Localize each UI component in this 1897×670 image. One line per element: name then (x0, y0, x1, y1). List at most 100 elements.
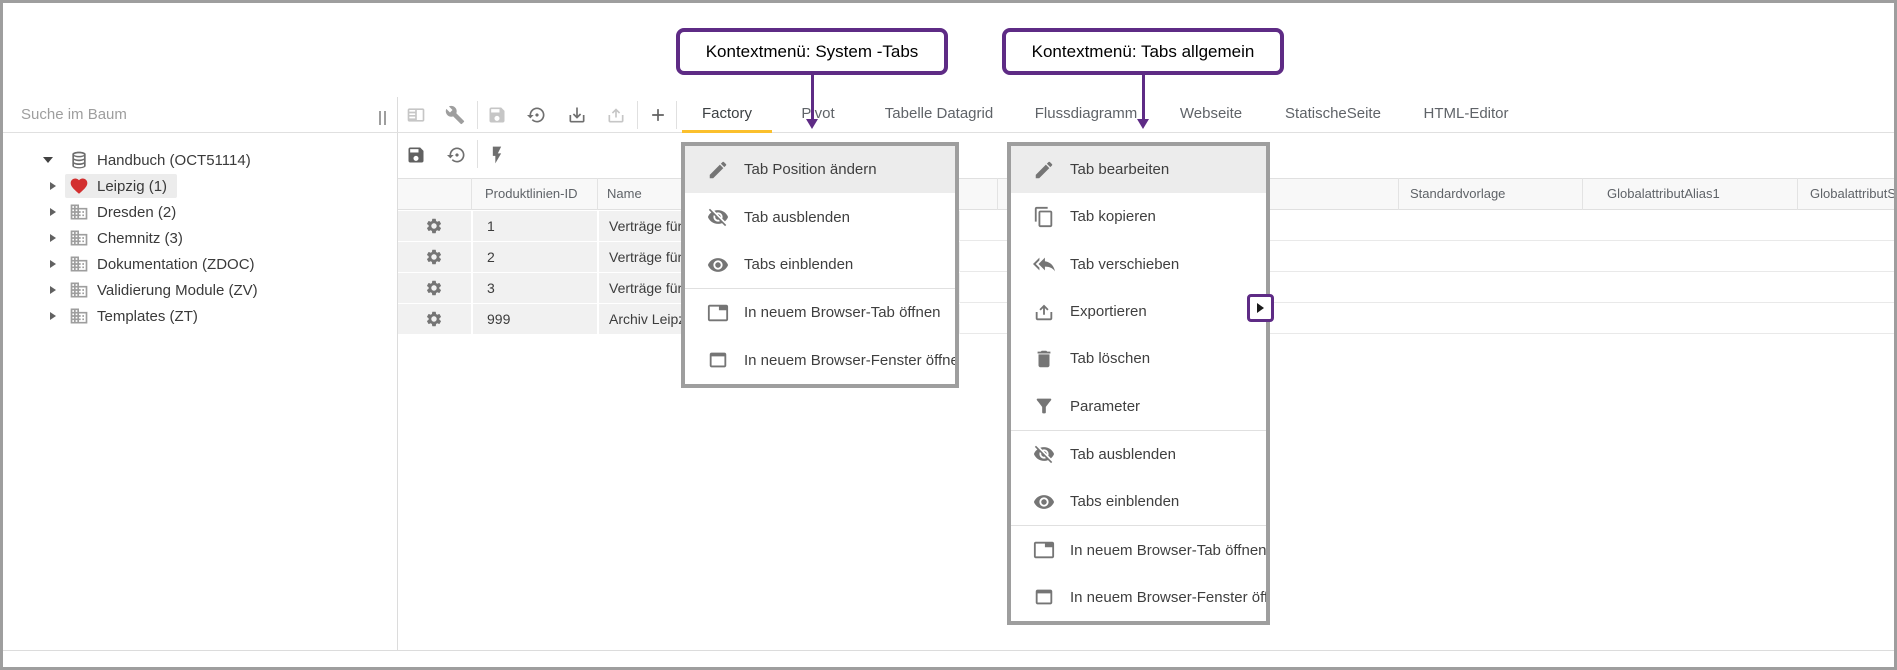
gear-icon[interactable] (425, 248, 443, 266)
expand-arrow-icon[interactable] (50, 208, 60, 216)
gear-icon[interactable] (425, 217, 443, 235)
tree-item-label: Dokumentation (ZDOC) (97, 256, 255, 273)
toolbar-separator (477, 101, 478, 129)
tree-item-leipzig[interactable]: Leipzig (1) (3, 173, 393, 199)
filter-icon (1033, 395, 1055, 417)
settings-wrench-button[interactable] (440, 97, 470, 133)
menu-item-label: Tab Position ändern (744, 161, 877, 178)
menu-item-label: In neuem Browser-Tab öffnen (1070, 542, 1266, 559)
upload-button[interactable] (601, 97, 631, 133)
menu-item-label: Tab verschieben (1070, 256, 1179, 273)
tree-item-chemnitz[interactable]: Chemnitz (3) (3, 225, 393, 251)
add-tab-button[interactable] (643, 97, 673, 133)
tree-item-label: Handbuch (OCT51114) (97, 152, 251, 169)
tree-item-dokumentation[interactable]: Dokumentation (ZDOC) (3, 251, 393, 277)
tree-item-label: Leipzig (1) (97, 178, 167, 195)
grid-header-globalattributalias1[interactable]: GlobalattributAlias1 (1607, 178, 1720, 210)
tab-webseite[interactable]: Webseite (1160, 97, 1262, 133)
submenu-arrow-button[interactable] (1247, 294, 1274, 322)
sidebar-panel-button[interactable] (401, 97, 431, 133)
menu-item-browser-tab-oeffnen[interactable]: In neuem Browser-Tab öffnen (1011, 525, 1266, 573)
expand-arrow-icon[interactable] (50, 234, 60, 242)
export-icon (1033, 301, 1055, 323)
menu-item-tabs-einblenden[interactable]: Tabs einblenden (685, 241, 955, 288)
flash-button[interactable] (482, 136, 512, 174)
gear-icon[interactable] (425, 279, 443, 297)
callout-arrow-line (811, 75, 814, 120)
menu-item-tabs-einblenden[interactable]: Tabs einblenden (1011, 478, 1266, 525)
collapse-arrow-icon[interactable] (43, 157, 53, 163)
context-menu-system-tabs: Tab Position ändern Tab ausblenden Tabs … (681, 142, 959, 388)
content-bottom-divider (3, 650, 1894, 651)
tree-item-validierung-module[interactable]: Validierung Module (ZV) (3, 277, 393, 303)
panel-resize-handle[interactable] (379, 111, 386, 125)
grid-header-globalattributso[interactable]: GlobalattributSo (1810, 178, 1897, 210)
building-icon (69, 306, 89, 326)
grid-header-produktlinien-id[interactable]: Produktlinien-ID (485, 178, 578, 210)
expand-arrow-icon[interactable] (50, 286, 60, 294)
menu-item-label: Tab ausblenden (744, 209, 850, 226)
menu-item-tab-position-aendern[interactable]: Tab Position ändern (685, 146, 955, 193)
menu-item-tab-ausblenden[interactable]: Tab ausblenden (1011, 430, 1266, 478)
building-icon (69, 280, 89, 300)
menu-item-label: Tabs einblenden (1070, 493, 1179, 510)
expand-arrow-icon[interactable] (50, 312, 60, 320)
restore-icon (447, 145, 467, 165)
tab-statischeseite[interactable]: StatischeSeite (1265, 97, 1401, 133)
tree-item-templates[interactable]: Templates (ZT) (3, 303, 393, 329)
eye-off-icon (1033, 443, 1055, 465)
eye-icon (707, 254, 729, 276)
heart-icon (69, 176, 89, 196)
eye-icon (1033, 491, 1055, 513)
cell-produktlinien-id: 2 (473, 242, 597, 272)
restore-button[interactable] (522, 97, 552, 133)
restore-icon (527, 105, 547, 125)
save-button[interactable] (482, 97, 512, 133)
menu-item-exportieren[interactable]: Exportieren (1011, 288, 1266, 335)
grid-save-button[interactable] (401, 136, 431, 174)
tree-item-label: Chemnitz (3) (97, 230, 183, 247)
save-icon (487, 105, 507, 125)
tree-search-bar (3, 97, 397, 133)
menu-item-browser-tab-oeffnen[interactable]: In neuem Browser-Tab öffnen (685, 288, 955, 336)
tab-tabelle-datagrid[interactable]: Tabelle Datagrid (865, 97, 1013, 133)
browser-window-icon (707, 349, 729, 371)
menu-item-label: Tab bearbeiten (1070, 161, 1169, 178)
menu-item-tab-loeschen[interactable]: Tab löschen (1011, 335, 1266, 382)
navigation-tree: Handbuch (OCT51114) Leipzig (1) Dresden … (3, 147, 393, 329)
grid-header-standardvorlage[interactable]: Standardvorlage (1410, 178, 1505, 210)
expand-arrow-icon[interactable] (50, 260, 60, 268)
menu-item-tab-bearbeiten[interactable]: Tab bearbeiten (1011, 146, 1266, 193)
column-divider (597, 178, 598, 210)
menu-item-label: Tab ausblenden (1070, 446, 1176, 463)
menu-item-tab-kopieren[interactable]: Tab kopieren (1011, 193, 1266, 240)
menu-item-parameter[interactable]: Parameter (1011, 382, 1266, 429)
move-icon (1033, 253, 1055, 275)
app-window: Produktlinien-ID Name Standardvorlage Gl… (0, 0, 1897, 670)
pencil-icon (707, 159, 729, 181)
menu-item-tab-ausblenden[interactable]: Tab ausblenden (685, 193, 955, 240)
tree-item-label: Dresden (2) (97, 204, 176, 221)
tree-item-dresden[interactable]: Dresden (2) (3, 199, 393, 225)
expand-arrow-icon[interactable] (50, 182, 60, 190)
menu-item-browser-fenster-oeffnen[interactable]: In neuem Browser-Fenster öffnen (685, 337, 955, 384)
search-input[interactable] (3, 97, 363, 132)
tab-pivot[interactable]: Pivot (781, 97, 854, 133)
tree-item-handbuch[interactable]: Handbuch (OCT51114) (3, 147, 393, 173)
menu-item-browser-fenster-oeffnen[interactable]: In neuem Browser-Fenster öffnen (1011, 574, 1266, 621)
column-divider (997, 178, 998, 210)
menu-item-tab-verschieben[interactable]: Tab verschieben (1011, 241, 1266, 288)
tab-flussdiagramm[interactable]: Flussdiagramm (1015, 97, 1158, 133)
menu-item-label: In neuem Browser-Tab öffnen (744, 304, 941, 321)
menu-item-label: In neuem Browser-Fenster öffnen (744, 352, 955, 369)
tab-html-editor[interactable]: HTML-Editor (1403, 97, 1528, 133)
menu-item-label: Tabs einblenden (744, 256, 853, 273)
cell-produktlinien-id: 1 (473, 211, 597, 241)
grid-restore-button[interactable] (442, 136, 472, 174)
gear-icon[interactable] (425, 310, 443, 328)
download-button[interactable] (562, 97, 592, 133)
grid-header-name[interactable]: Name (607, 178, 642, 210)
tab-factory[interactable]: Factory (682, 97, 772, 133)
toolbar-separator (637, 101, 638, 129)
save-icon (406, 145, 426, 165)
